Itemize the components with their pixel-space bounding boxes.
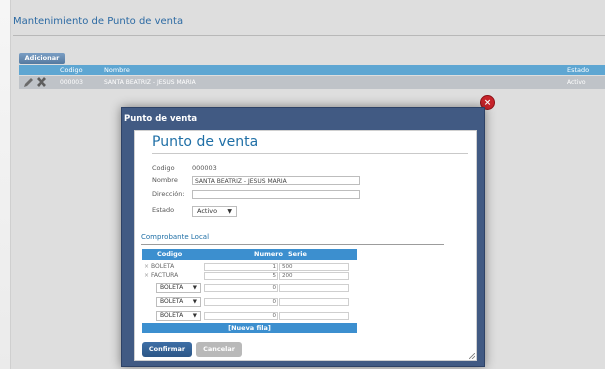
sg-header-serie: Serie xyxy=(288,250,307,258)
serie-input[interactable]: 200 xyxy=(279,272,349,280)
form-divider xyxy=(152,153,468,154)
direccion-label: Dirección: xyxy=(152,190,185,198)
direccion-input[interactable] xyxy=(192,190,360,199)
chevron-down-icon: ▼ xyxy=(192,313,197,319)
form-title: Punto de venta xyxy=(152,134,259,150)
nombre-input[interactable]: SANTA BEATRIZ - JESUS MARIA xyxy=(192,176,360,185)
serie-input[interactable] xyxy=(279,312,349,320)
dialog-window: Punto de venta Punto de venta Codigo 000… xyxy=(121,107,485,367)
table-row[interactable]: BOLETA ▼ 0 xyxy=(142,311,357,321)
row-codigo: 000003 xyxy=(60,79,83,86)
table-row[interactable]: 000003 SANTA BEATRIZ - JESUS MARIA Activ… xyxy=(19,76,605,89)
chevron-down-icon: ▼ xyxy=(227,208,232,215)
row-estado: Activo xyxy=(567,79,586,86)
row-codigo: FACTURA xyxy=(151,272,179,279)
cancel-button[interactable]: Cancelar xyxy=(196,342,242,357)
estado-label: Estado xyxy=(152,206,175,214)
codigo-label: Codigo xyxy=(152,164,175,172)
title-divider xyxy=(13,35,605,36)
codigo-select[interactable]: BOLETA ▼ xyxy=(156,297,201,307)
sg-header-numero: Numero xyxy=(254,250,283,258)
codigo-select[interactable]: BOLETA ▼ xyxy=(156,283,201,293)
dialog-body: Punto de venta Codigo 000003 Nombre SANT… xyxy=(134,130,477,361)
grid-header: Codigo Nombre Estado xyxy=(19,65,605,75)
serie-input[interactable] xyxy=(279,298,349,306)
section-title: Comprobante Local xyxy=(141,233,210,241)
edit-icon[interactable] xyxy=(23,77,34,88)
chevron-down-icon: ▼ xyxy=(192,299,197,305)
nombre-label: Nombre xyxy=(152,176,178,184)
section-divider xyxy=(141,244,444,245)
row-nombre: SANTA BEATRIZ - JESUS MARIA xyxy=(104,79,196,86)
add-button[interactable]: Adicionar xyxy=(19,53,65,64)
page-title: Mantenimiento de Punto de venta xyxy=(13,16,184,27)
confirm-button[interactable]: Confirmar xyxy=(142,342,192,357)
table-row[interactable]: BOLETA ▼ 0 xyxy=(142,297,357,307)
numero-input[interactable]: 0 xyxy=(204,298,278,306)
grid-header-nombre[interactable]: Nombre xyxy=(104,65,130,75)
remove-row-icon[interactable]: × xyxy=(144,262,149,271)
estado-select[interactable]: Activo ▼ xyxy=(192,206,237,217)
numero-input[interactable]: 0 xyxy=(204,284,278,292)
codigo-select-value: BOLETA xyxy=(160,284,184,291)
serie-input[interactable] xyxy=(279,284,349,292)
numero-input[interactable]: 1 xyxy=(204,263,278,271)
new-row-button[interactable]: [Nueva fila] xyxy=(142,323,357,333)
codigo-select-value: BOLETA xyxy=(160,312,184,319)
dialog-title: Punto de venta xyxy=(124,114,198,124)
comprobante-grid: Codigo Numero Serie × BOLETA 1 500 × FAC… xyxy=(142,249,357,333)
estado-value: Activo xyxy=(197,207,218,215)
codigo-select[interactable]: BOLETA ▼ xyxy=(156,311,201,321)
delete-icon[interactable] xyxy=(36,77,47,88)
codigo-value: 000003 xyxy=(192,164,217,172)
numero-input[interactable]: 5 xyxy=(204,272,278,280)
sg-header-codigo: Codigo xyxy=(157,250,183,258)
remove-row-icon[interactable]: × xyxy=(144,271,149,280)
grid-header-codigo[interactable]: Codigo xyxy=(60,65,83,75)
grid-header-estado[interactable]: Estado xyxy=(567,65,589,75)
codigo-select-value: BOLETA xyxy=(160,298,184,305)
table-row[interactable]: × BOLETA 1 500 xyxy=(142,262,357,271)
comprobante-grid-header: Codigo Numero Serie xyxy=(142,249,357,260)
table-row[interactable]: × FACTURA 5 200 xyxy=(142,271,357,280)
numero-input[interactable]: 0 xyxy=(204,312,278,320)
row-codigo: BOLETA xyxy=(151,263,175,270)
resize-handle-icon[interactable] xyxy=(469,353,475,359)
chevron-down-icon: ▼ xyxy=(192,285,197,291)
serie-input[interactable]: 500 xyxy=(279,263,349,271)
table-row[interactable]: BOLETA ▼ 0 xyxy=(142,283,357,293)
